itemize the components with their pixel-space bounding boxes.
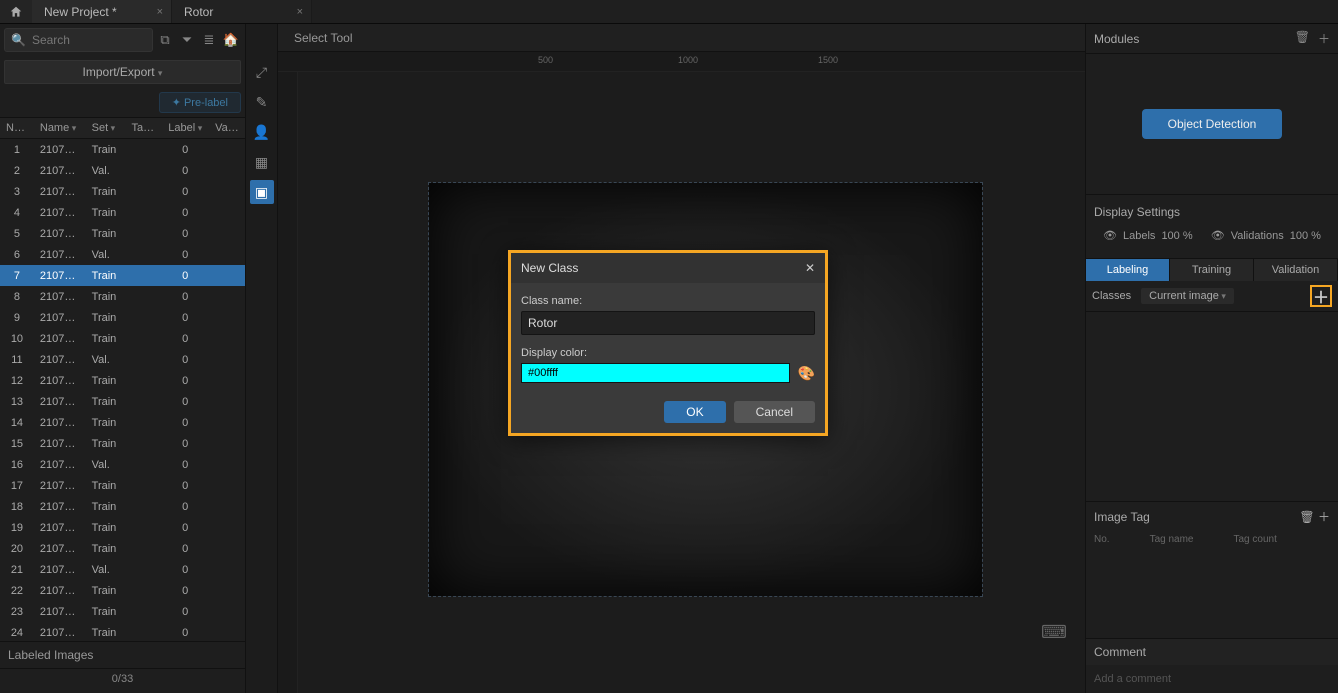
tool-box-icon[interactable]: ▣ — [250, 180, 274, 204]
comment-input[interactable]: Add a comment — [1086, 665, 1338, 693]
funnel-icon[interactable]: ⏷ — [177, 30, 197, 50]
table-row[interactable]: 8210702-...Train0 — [0, 286, 245, 307]
table-row[interactable]: 11210702-...Val.0 — [0, 349, 245, 370]
new-class-dialog: New Class ✕ Class name: Display color: #… — [508, 250, 828, 436]
close-icon[interactable]: × — [157, 6, 163, 18]
col-tag[interactable]: Tag — [125, 118, 161, 138]
table-row[interactable]: 18210702-...Train0 — [0, 496, 245, 517]
tab-project-label: New Project * — [44, 5, 117, 19]
labeled-images-label: Labeled Images — [0, 641, 245, 668]
table-row[interactable]: 9210702-...Train0 — [0, 307, 245, 328]
class-name-input[interactable] — [521, 311, 815, 335]
trash-icon[interactable]: 🗑 — [1299, 510, 1314, 524]
mode-tabs: Labeling Training Validation — [1086, 258, 1338, 281]
ruler-horizontal: 500 1000 1500 — [278, 52, 1085, 72]
plus-icon[interactable]: ＋ — [1318, 30, 1330, 47]
display-settings-title: Display Settings — [1094, 205, 1330, 219]
toolstrip: ⤢ ✎ 👤 ▦ ▣ — [246, 24, 278, 693]
modules-title: Modules — [1094, 32, 1139, 46]
search-placeholder: Search — [32, 33, 70, 47]
color-input[interactable]: #00ffff — [521, 363, 790, 383]
table-row[interactable]: 10210702-...Train0 — [0, 328, 245, 349]
grid-header: No. Name Set Tag Label Val. — [0, 117, 245, 139]
table-row[interactable]: 2210702-...Val.0 — [0, 160, 245, 181]
table-row[interactable]: 13210702-...Train0 — [0, 391, 245, 412]
home-icon[interactable] — [0, 0, 32, 23]
close-icon[interactable]: ✕ — [805, 261, 815, 275]
eye-icon[interactable]: 👁 — [1103, 229, 1117, 242]
display-color-label: Display color: — [521, 347, 815, 359]
close-icon[interactable]: × — [297, 6, 303, 18]
table-row[interactable]: 7210702-...Train0 — [0, 265, 245, 286]
eye-icon[interactable]: 👁 — [1211, 229, 1225, 242]
col-name[interactable]: Name — [34, 118, 86, 138]
col-set[interactable]: Set — [86, 118, 126, 138]
col-no[interactable]: No. — [0, 118, 34, 138]
table-row[interactable]: 20210702-...Train0 — [0, 538, 245, 559]
import-export-button[interactable]: Import/Export — [4, 60, 241, 84]
add-class-button[interactable]: ＋ — [1310, 285, 1332, 307]
class-name-label: Class name: — [521, 295, 815, 307]
table-row[interactable]: 22210702-...Train0 — [0, 580, 245, 601]
palette-icon[interactable]: 🎨 — [798, 365, 815, 382]
current-image-dropdown[interactable]: Current image — [1141, 288, 1234, 304]
col-label[interactable]: Label — [161, 118, 209, 138]
tool-select-icon[interactable]: ▦ — [250, 150, 274, 174]
filter-icon[interactable]: ⧉ — [155, 30, 175, 50]
cancel-button[interactable]: Cancel — [734, 401, 815, 423]
tab-labeling[interactable]: Labeling — [1086, 259, 1170, 281]
table-row[interactable]: 24210702-...Train0 — [0, 622, 245, 641]
col-val[interactable]: Val. — [209, 118, 245, 138]
tab-project[interactable]: New Project * × — [32, 0, 172, 23]
table-row[interactable]: 6210702-...Val.0 — [0, 244, 245, 265]
table-row[interactable]: 19210702-...Train0 — [0, 517, 245, 538]
tab-rotor-label: Rotor — [184, 5, 213, 19]
table-row[interactable]: 15210702-...Train0 — [0, 433, 245, 454]
image-tag-title: Image Tag — [1094, 510, 1150, 524]
tool-crop-icon[interactable]: ⤢ — [250, 60, 274, 84]
tab-training[interactable]: Training — [1170, 259, 1254, 281]
grid-body: 1210702-...Train02210702-...Val.03210702… — [0, 139, 245, 641]
ok-button[interactable]: OK — [664, 401, 725, 423]
progress-text: 0/33 — [0, 668, 245, 693]
right-panel: Modules 🗑 ＋ Object Detection Display Set… — [1085, 24, 1338, 693]
table-row[interactable]: 5210702-...Train0 — [0, 223, 245, 244]
tab-rotor[interactable]: Rotor × — [172, 0, 312, 23]
tool-person-icon[interactable]: 👤 — [250, 120, 274, 144]
table-row[interactable]: 14210702-...Train0 — [0, 412, 245, 433]
comment-title: Comment — [1086, 638, 1338, 665]
list-icon[interactable]: ≣ — [199, 30, 219, 50]
table-row[interactable]: 1210702-...Train0 — [0, 139, 245, 160]
classes-label: Classes — [1092, 290, 1131, 302]
keyboard-icon[interactable]: ⌨ — [1041, 622, 1067, 643]
table-row[interactable]: 17210702-...Train0 — [0, 475, 245, 496]
table-row[interactable]: 3210702-...Train0 — [0, 181, 245, 202]
table-row[interactable]: 16210702-...Val.0 — [0, 454, 245, 475]
tab-bar: New Project * × Rotor × — [0, 0, 1338, 24]
table-row[interactable]: 23210702-...Train0 — [0, 601, 245, 622]
tool-wand-icon[interactable]: ✎ — [250, 90, 274, 114]
sparkle-icon: ✦ — [172, 97, 184, 109]
trash-icon[interactable]: 🗑 — [1295, 30, 1310, 47]
table-row[interactable]: 12210702-...Train0 — [0, 370, 245, 391]
plus-icon[interactable]: ＋ — [1318, 510, 1330, 524]
tab-validation[interactable]: Validation — [1254, 259, 1338, 281]
dialog-title: New Class — [521, 261, 578, 275]
search-input[interactable]: 🔍 Search — [4, 28, 153, 52]
folder-icon[interactable]: 🏠 — [221, 30, 241, 50]
table-row[interactable]: 4210702-...Train0 — [0, 202, 245, 223]
left-panel: 🔍 Search ⧉ ⏷ ≣ 🏠 Import/Export ✦ Pre-lab… — [0, 24, 246, 693]
ruler-vertical — [278, 72, 298, 693]
search-icon: 🔍 — [11, 33, 26, 47]
object-detection-node[interactable]: Object Detection — [1142, 109, 1283, 139]
prelabel-button[interactable]: ✦ Pre-label — [159, 92, 241, 113]
table-row[interactable]: 21210702-...Val.0 — [0, 559, 245, 580]
select-tool-bar: Select Tool — [278, 24, 1085, 52]
